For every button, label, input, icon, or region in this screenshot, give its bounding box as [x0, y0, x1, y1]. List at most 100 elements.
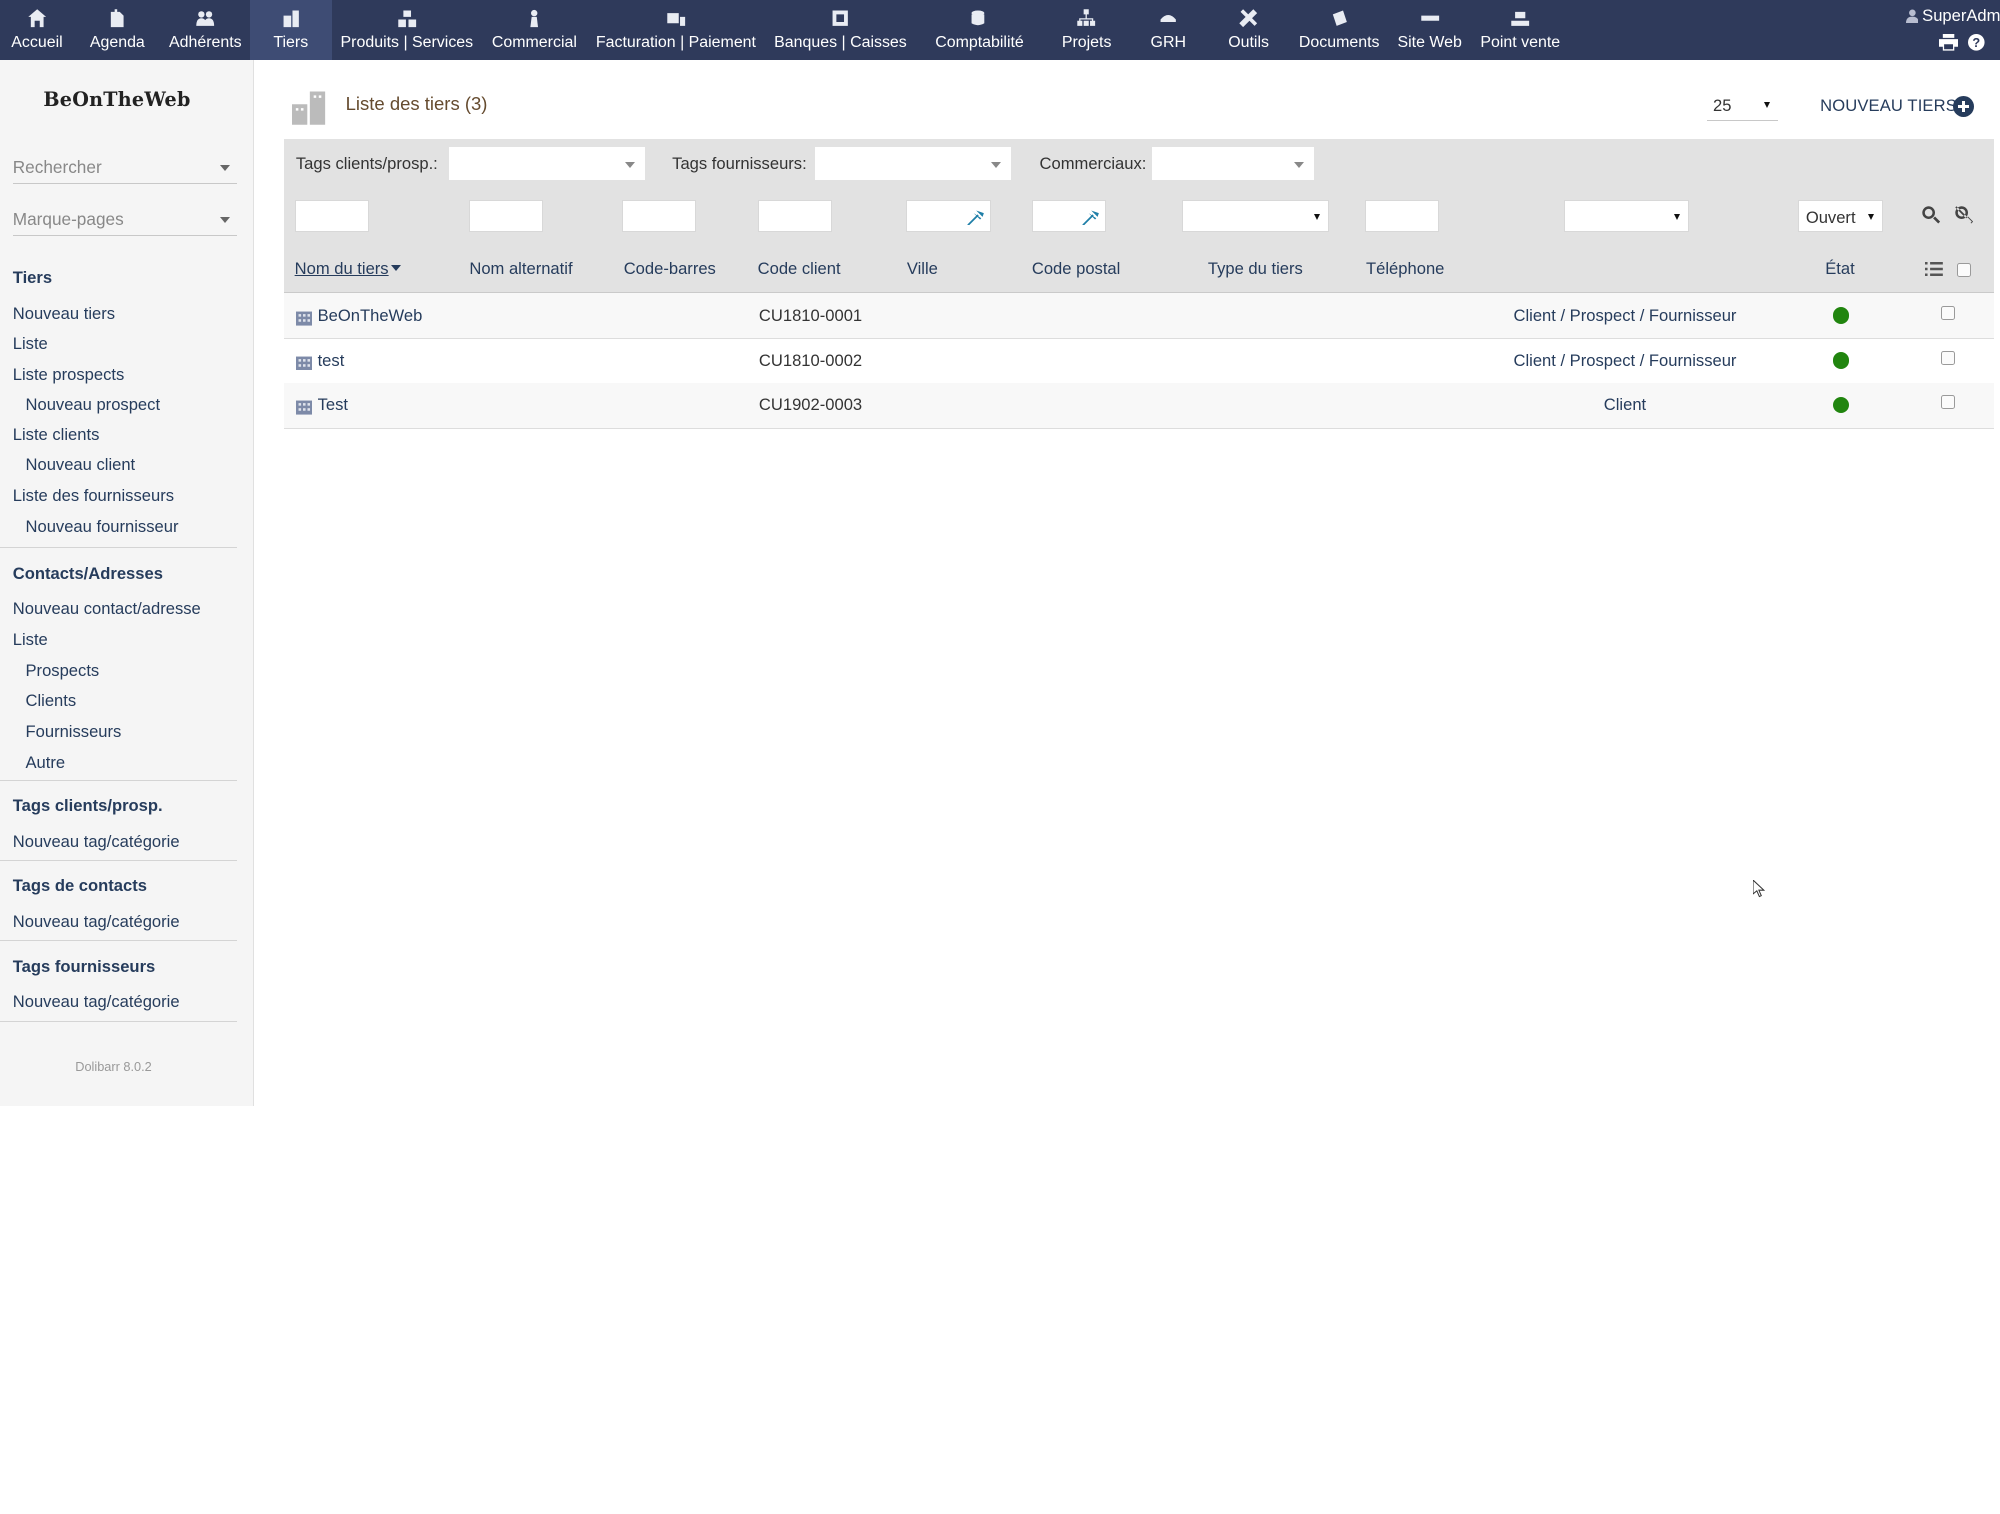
tiers-type-link[interactable]: Client / Prospect / Fournisseur [1513, 351, 1736, 371]
sidebar-item-contacts-prospects[interactable]: Prospects [26, 661, 100, 681]
filter-name-input[interactable] [294, 200, 369, 233]
agenda-icon [105, 6, 131, 29]
top-menu-facturation[interactable]: Facturation | Paiement [587, 0, 766, 60]
filter-status-value: Ouvert [1805, 207, 1856, 227]
limit-select[interactable]: 25 [1706, 91, 1779, 122]
tiers-name-link[interactable]: BeOnTheWeb [318, 306, 423, 326]
home-icon [24, 6, 50, 29]
company-logo[interactable]: BeOnTheWeb [43, 88, 190, 111]
filter-barcode-input[interactable] [622, 200, 697, 233]
column-header-zip[interactable]: Code postal [1032, 259, 1120, 279]
sidebar-heading-tiers[interactable]: Tiers [13, 268, 52, 288]
sidebar-item-liste-prospects[interactable]: Liste prospects [13, 365, 125, 385]
sidebar-item-contacts-liste[interactable]: Liste [13, 630, 48, 650]
sidebar-item-liste[interactable]: Liste [13, 334, 48, 354]
column-header-phone[interactable]: Téléphone [1366, 259, 1444, 279]
top-menu-grh[interactable]: GRH [1130, 0, 1207, 60]
filter-prospect-level-select[interactable] [1563, 200, 1689, 233]
chevron-down-icon [1314, 214, 1321, 220]
sidebar-item-liste-clients[interactable]: Liste clients [13, 425, 100, 445]
tags-suppliers-select[interactable] [815, 146, 1012, 180]
user-name: SuperAdm [1922, 6, 2000, 26]
sidebar-item-nouveau-fournisseur[interactable]: Nouveau fournisseur [26, 517, 179, 537]
tiers-name-link[interactable]: Test [318, 395, 348, 415]
top-menu-commercial[interactable]: Commercial [482, 0, 587, 60]
top-menu-documents[interactable]: Documents [1291, 0, 1388, 60]
sidebar-item-nouveau-client[interactable]: Nouveau client [26, 455, 136, 475]
column-list-icon[interactable] [1924, 259, 1943, 276]
tiers-type-link[interactable]: Client [1604, 395, 1646, 415]
filter-client-code-input[interactable] [757, 200, 832, 233]
sidebar-heading-contacts[interactable]: Contacts/Adresses [13, 564, 163, 584]
sidebar-item-contacts-autre[interactable]: Autre [26, 753, 66, 773]
top-menu-point-vente[interactable]: Point vente [1472, 0, 1569, 60]
column-header-type[interactable]: Type du tiers [1208, 259, 1303, 279]
top-menu-comptabilite[interactable]: Comptabilité [916, 0, 1044, 60]
top-menu-label: Agenda [89, 34, 145, 52]
sidebar-item-tags-contacts-new[interactable]: Nouveau tag/catégorie [13, 912, 180, 932]
column-header-status[interactable]: État [1825, 259, 1855, 279]
tiers-name-link[interactable]: test [318, 351, 345, 371]
table-row: test CU1810-0002 Client / Prospect / Fou… [284, 338, 1994, 384]
chevron-down-icon [1674, 214, 1681, 220]
sidebar-heading-tags-suppliers[interactable]: Tags fournisseurs [13, 957, 156, 977]
print-icon[interactable] [1938, 34, 1958, 52]
top-menu-banques[interactable]: Banques | Caisses [765, 0, 916, 60]
tiers-type-link[interactable]: Client / Prospect / Fournisseur [1513, 306, 1736, 326]
select-all-checkbox[interactable] [1956, 262, 1971, 277]
chevron-down-icon [219, 164, 230, 171]
column-header-town[interactable]: Ville [907, 259, 938, 279]
website-icon [1417, 6, 1443, 29]
search-select[interactable]: Rechercher [12, 150, 238, 184]
top-menu-label: Facturation | Paiement [595, 34, 756, 52]
top-menu-tiers[interactable]: Tiers [249, 0, 332, 60]
row-checkbox[interactable] [1941, 306, 1956, 321]
column-header-alt-name[interactable]: Nom alternatif [469, 259, 572, 279]
sidebar-item-contacts-fournisseurs[interactable]: Fournisseurs [26, 722, 122, 742]
column-header-barcode[interactable]: Code-barres [624, 259, 716, 279]
chevron-down-icon [625, 161, 636, 168]
plus-circle-icon[interactable] [1952, 95, 1975, 118]
filter-type-select[interactable] [1182, 200, 1330, 233]
filter-status-select[interactable]: Ouvert [1798, 200, 1883, 233]
top-menu-accueil[interactable]: Accueil [0, 0, 74, 60]
sales-rep-select[interactable] [1151, 146, 1314, 180]
user-area: SuperAdm ? [1898, 0, 2000, 60]
filter-town-input[interactable] [905, 200, 992, 233]
row-checkbox[interactable] [1941, 395, 1956, 410]
sidebar-heading-tags-contacts[interactable]: Tags de contacts [13, 876, 147, 896]
tags-clients-select[interactable] [448, 146, 646, 180]
bank-icon [828, 6, 854, 29]
sidebar-heading-tags-clients[interactable]: Tags clients/prosp. [13, 796, 163, 816]
sidebar-item-contacts-clients[interactable]: Clients [26, 691, 77, 711]
search-icon[interactable] [1921, 205, 1941, 224]
bookmarks-select[interactable]: Marque-pages [12, 203, 238, 236]
column-header-name[interactable]: Nom du tiers [295, 259, 402, 279]
clear-filter-icon[interactable] [1954, 205, 1974, 224]
sidebar-item-liste-fournisseurs[interactable]: Liste des fournisseurs [13, 486, 174, 506]
top-menu-produits[interactable]: Produits | Services [332, 0, 483, 60]
filter-alt-name-input[interactable] [469, 200, 544, 233]
user-menu[interactable]: SuperAdm [1905, 6, 2000, 26]
row-checkbox[interactable] [1941, 350, 1956, 365]
table-row: Test CU1902-0003 Client [284, 382, 1994, 429]
search-select-placeholder: Rechercher [12, 156, 102, 177]
sidebar-item-nouveau-contact[interactable]: Nouveau contact/adresse [13, 599, 201, 619]
top-menu-adherents[interactable]: Adhérents [161, 0, 250, 60]
sidebar-item-tags-suppliers-new[interactable]: Nouveau tag/catégorie [13, 992, 180, 1012]
column-header-client-code[interactable]: Code client [758, 259, 841, 279]
top-menu-projets[interactable]: Projets [1043, 0, 1130, 60]
filter-zip-input[interactable] [1031, 200, 1106, 233]
hrm-icon [1156, 6, 1182, 29]
top-menu-agenda[interactable]: Agenda [74, 0, 161, 60]
top-menu-site-web[interactable]: Site Web [1388, 0, 1472, 60]
help-icon[interactable]: ? [1968, 34, 1985, 52]
top-menu-label: Comptabilité [935, 34, 1024, 52]
sidebar-item-tags-clients-new[interactable]: Nouveau tag/catégorie [13, 832, 180, 852]
sort-down-icon [391, 265, 402, 272]
sidebar-item-nouveau-tiers[interactable]: Nouveau tiers [13, 304, 115, 324]
new-tiers-button[interactable]: NOUVEAU TIERS [1820, 96, 1957, 116]
top-menu-outils[interactable]: Outils [1207, 0, 1291, 60]
sidebar-item-nouveau-prospect[interactable]: Nouveau prospect [26, 395, 161, 415]
filter-phone-input[interactable] [1364, 200, 1439, 233]
